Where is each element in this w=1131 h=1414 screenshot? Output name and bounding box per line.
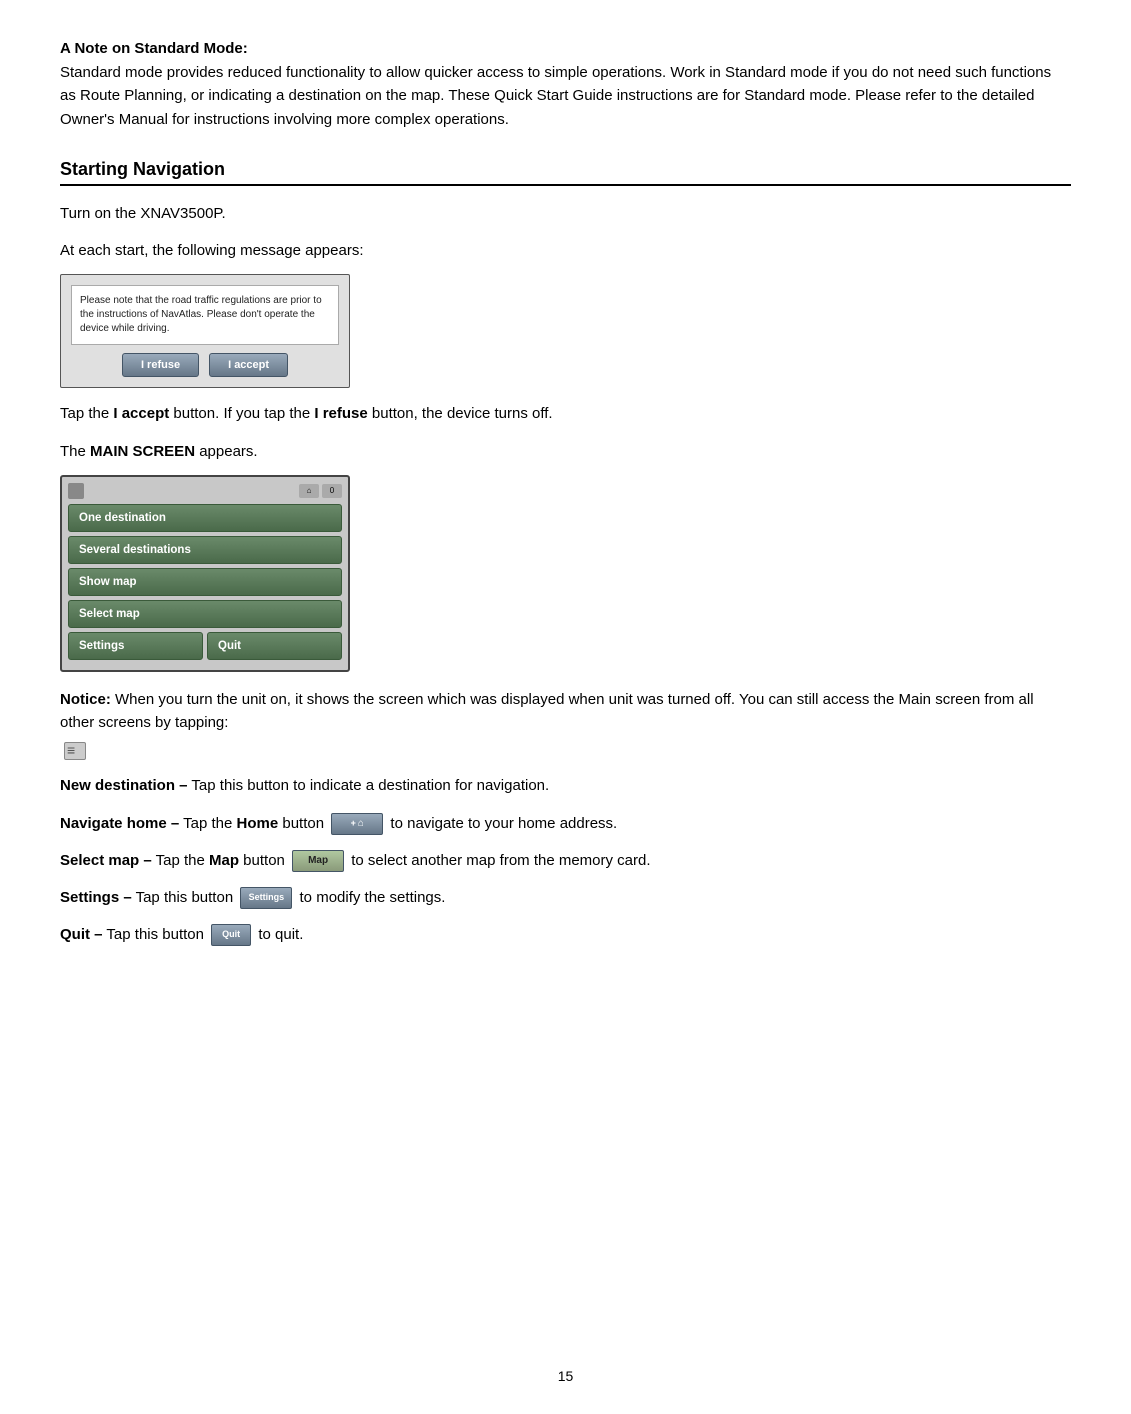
settings-bold: Settings – [60, 889, 132, 906]
dialog-buttons: I refuse I accept [71, 353, 339, 377]
quit-para: Quit – Tap this button Quit to quit. [60, 923, 1071, 946]
note-body: Standard mode provides reduced functiona… [60, 61, 1071, 131]
select-map-btn[interactable]: Select map [68, 600, 342, 628]
select-map-bold: Select map – [60, 852, 152, 869]
select-map-para: Select map – Tap the Map button Map to s… [60, 849, 1071, 872]
notice-paragraph: Notice: When you turn the unit on, it sh… [60, 688, 1071, 735]
map-btn-label: Map [209, 852, 239, 869]
corner-icons: ⌂ 0 [299, 484, 342, 498]
quit-bold: Quit – [60, 926, 103, 943]
para-message-appears: At each start, the following message app… [60, 239, 1071, 262]
i-accept-btn[interactable]: I accept [209, 353, 288, 377]
title-icon [68, 483, 84, 499]
signal-icon: 0 [322, 484, 342, 498]
bottom-menu-row: Settings Quit [68, 632, 342, 660]
hamburger-icon-row [60, 742, 1071, 760]
dialog-text: Please note that the road traffic regula… [71, 285, 339, 345]
para-main-screen: The MAIN SCREEN appears. [60, 440, 1071, 463]
main-screen-bold: MAIN SCREEN [90, 443, 195, 460]
dialog-screen-image: Please note that the road traffic regula… [60, 274, 1071, 388]
map-inline-button[interactable]: Map [292, 850, 344, 872]
new-destination-para: New destination – Tap this button to ind… [60, 774, 1071, 797]
settings-para: Settings – Tap this button Settings to m… [60, 886, 1071, 909]
navigate-home-bold: Navigate home – [60, 815, 179, 832]
note-title: A Note on Standard Mode: [60, 40, 1071, 57]
navigate-home-para: Navigate home – Tap the Home button +⌂ t… [60, 812, 1071, 835]
accept-bold: I accept [113, 405, 169, 422]
several-destinations-btn[interactable]: Several destinations [68, 536, 342, 564]
title-bar: ⌂ 0 [68, 483, 342, 499]
accept-refuse-dialog: Please note that the road traffic regula… [60, 274, 350, 388]
home-corner-icon: ⌂ [299, 484, 319, 498]
para-turn-on: Turn on the XNAV3500P. [60, 202, 1071, 225]
quit-main-btn[interactable]: Quit [207, 632, 342, 660]
refuse-bold: I refuse [314, 405, 367, 422]
page-number: 15 [60, 1368, 1071, 1384]
settings-main-btn[interactable]: Settings [68, 632, 203, 660]
show-map-btn[interactable]: Show map [68, 568, 342, 596]
hamburger-menu-icon [64, 742, 86, 760]
para-tap-accept: Tap the I accept button. If you tap the … [60, 402, 1071, 425]
main-screen-device: ⌂ 0 One destination Several destinations… [60, 475, 350, 672]
section-heading: Starting Navigation [60, 159, 1071, 186]
notice-bold: Notice: [60, 691, 111, 708]
quit-inline-button[interactable]: Quit [211, 924, 251, 946]
home-inline-button[interactable]: +⌂ [331, 813, 383, 835]
home-btn-label: Home [237, 815, 279, 832]
one-destination-btn[interactable]: One destination [68, 504, 342, 532]
main-screen-image: ⌂ 0 One destination Several destinations… [60, 475, 1071, 672]
settings-inline-button[interactable]: Settings [240, 887, 292, 909]
new-destination-bold: New destination – [60, 777, 188, 794]
i-refuse-btn[interactable]: I refuse [122, 353, 199, 377]
